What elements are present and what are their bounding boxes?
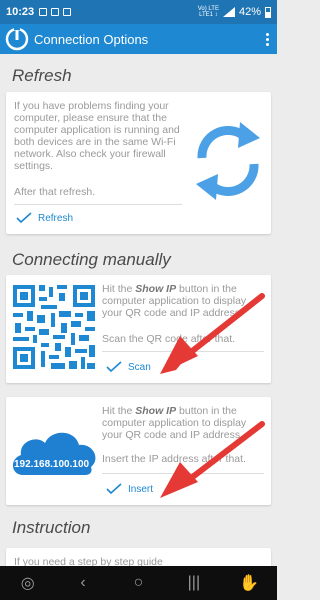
ip-address-label: 192.168.100.100 — [14, 459, 90, 470]
battery-icon — [265, 6, 271, 18]
annotation-arrow-insert — [160, 421, 265, 498]
phone-notification-icon — [63, 8, 72, 16]
overflow-menu-icon[interactable] — [257, 32, 277, 46]
scan-button[interactable]: Scan — [106, 361, 151, 373]
battery-percent: 42% — [238, 6, 261, 18]
system-nav-bar: ◎ ‹ ○ ||| ✋ — [0, 566, 277, 600]
accessibility-shortcut-icon[interactable]: ✋ — [237, 573, 261, 593]
checkmark-icon — [106, 483, 122, 495]
scan-button-label: Scan — [128, 361, 151, 373]
app-bar: Connection Options — [0, 24, 277, 54]
back-icon[interactable]: ‹ — [71, 574, 95, 592]
network-indicator: Vo) LTE LTE1 ↕ — [197, 6, 219, 18]
refresh-section-title: Refresh — [12, 66, 72, 85]
app-logo-icon[interactable] — [4, 26, 30, 52]
divider — [14, 204, 182, 205]
home-icon[interactable]: ○ — [126, 574, 150, 592]
refresh-instructions: If you have problems finding your comput… — [14, 100, 180, 172]
signal-icon — [222, 7, 235, 17]
accessibility-icon[interactable]: ◎ — [16, 573, 40, 593]
cloud-icon — [12, 432, 96, 475]
checkmark-icon — [106, 361, 122, 373]
recents-icon[interactable]: ||| — [182, 574, 206, 592]
insert-button[interactable]: Insert — [106, 483, 153, 495]
refresh-card: If you have problems finding your comput… — [6, 92, 271, 234]
page-title: Connection Options — [34, 31, 149, 47]
refresh-instructions-2: After that refresh. — [14, 186, 96, 198]
instruction-section-title: Instruction — [12, 518, 91, 537]
annotation-arrow-scan — [160, 293, 265, 374]
checkmark-icon — [16, 212, 32, 224]
refresh-sync-icon[interactable] — [188, 118, 268, 204]
manual-section-title: Connecting manually — [12, 250, 171, 269]
notification-icons — [39, 8, 72, 16]
gallery-notification-icon — [39, 8, 48, 16]
qr-code-icon — [11, 283, 97, 371]
status-time: 10:23 — [6, 6, 35, 18]
refresh-button[interactable]: Refresh — [16, 212, 73, 224]
messages-notification-icon — [51, 8, 60, 16]
refresh-button-label: Refresh — [38, 212, 74, 224]
status-bar: 10:23 Vo) LTE LTE1 ↕ 42% — [0, 0, 277, 24]
